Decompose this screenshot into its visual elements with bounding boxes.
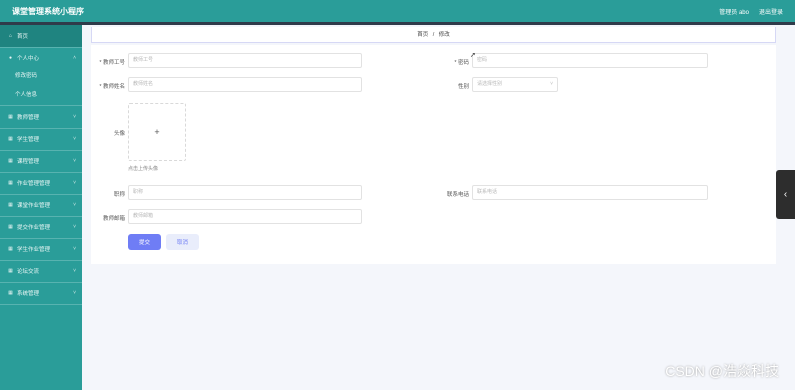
chevron-down-icon: ˅	[73, 224, 76, 230]
logout-link[interactable]: 退出登录	[759, 7, 783, 16]
sidebar-item-student[interactable]: ▦ 学生管理 ˅	[0, 128, 82, 150]
sidebar-subitem-profile[interactable]: 个人信息	[0, 86, 82, 102]
sidebar-item-course[interactable]: ▦ 课程管理 ˅	[0, 150, 82, 172]
sidebar-item-label: 教师管理	[17, 115, 40, 121]
job-title-label: 职称	[113, 192, 125, 198]
grid-icon: ▦	[8, 268, 13, 274]
chevron-down-icon: ˅	[73, 246, 76, 252]
sidebar-item-label: 学生管理	[17, 137, 40, 143]
sidebar-item-personal-center[interactable]: ● 个人中心 ˄	[0, 47, 82, 69]
teacher-name-field[interactable]: 教师姓名	[128, 77, 362, 92]
chevron-down-icon: ˅	[73, 268, 76, 274]
sidebar-item-label: 课堂作业管理	[17, 203, 51, 209]
app-title: 课堂管理系统小程序	[12, 7, 84, 16]
mouse-cursor-icon: ➚	[470, 52, 476, 59]
sidebar-item-homework-admin[interactable]: ▦ 作业管理管理 ˅	[0, 172, 82, 194]
teacher-name-label: * 教师姓名	[99, 84, 125, 90]
breadcrumb-separator: /	[432, 32, 435, 38]
sidebar-item-teacher[interactable]: ▦ 教师管理 ˅	[0, 106, 82, 128]
edit-form: * 教师工号 教师工号 * 密码 密码 * 教师姓名 教师姓名 性别 请选择性别…	[91, 45, 776, 264]
email-label: 教师邮箱	[102, 216, 125, 222]
sidebar-divider	[0, 304, 82, 305]
breadcrumb: 首页 / 修改	[91, 27, 776, 43]
watermark: CSDN @浩焱科技	[665, 363, 779, 379]
avatar-upload[interactable]: +	[128, 103, 186, 161]
sidebar-item-submit-homework[interactable]: ▦ 提交作业管理 ˅	[0, 216, 82, 238]
teacher-id-field[interactable]: 教师工号	[128, 53, 362, 68]
avatar-upload-tip: 点击上传头像	[128, 166, 159, 172]
job-title-field[interactable]: 职称	[128, 185, 362, 200]
user-icon: ●	[8, 55, 13, 61]
cancel-button[interactable]: 取消	[166, 234, 199, 250]
email-field[interactable]: 教师邮箱	[128, 209, 362, 224]
breadcrumb-home[interactable]: 首页	[417, 32, 428, 38]
grid-icon: ▦	[8, 290, 13, 296]
sidebar-item-class-homework[interactable]: ▦ 课堂作业管理 ˅	[0, 194, 82, 216]
sidebar-item-label: 提交作业管理	[17, 225, 51, 231]
sidebar-item-label: 课程管理	[17, 159, 40, 165]
grid-icon: ▦	[8, 136, 13, 142]
chevron-down-icon: ˅	[73, 180, 76, 186]
grid-icon: ▦	[8, 224, 13, 230]
breadcrumb-current: 修改	[438, 32, 450, 38]
sidebar-subitem-label: 修改密码	[15, 73, 38, 79]
grid-icon: ▦	[8, 202, 13, 208]
sidebar-item-label: 系统管理	[17, 291, 40, 297]
grid-icon: ▦	[8, 246, 13, 252]
admin-label: 管理员 abo	[719, 10, 749, 16]
sidebar-item-label: 学生作业管理	[17, 247, 51, 253]
sidebar-item-label: 论坛交流	[17, 269, 40, 275]
phone-field[interactable]: 联系电话	[472, 185, 708, 200]
grid-icon: ▦	[8, 114, 13, 120]
chevron-up-icon: ˄	[73, 55, 76, 61]
sidebar-subitem-change-password[interactable]: 修改密码	[0, 67, 82, 83]
gender-select-value: 请选择性别	[477, 81, 503, 87]
sidebar-item-home[interactable]: ⌂ 首页	[0, 25, 82, 47]
sidebar-subitem-label: 个人信息	[15, 92, 38, 98]
top-right-actions: 管理员 abo 退出登录	[719, 7, 783, 16]
home-icon: ⌂	[8, 33, 13, 39]
sidebar: ⌂ 首页 ● 个人中心 ˄ 修改密码 个人信息 ▦ 教师管理 ˅ ▦ 学生管理 …	[0, 25, 82, 390]
side-panel-toggle[interactable]: ‹	[776, 170, 795, 219]
chevron-down-icon: ˅	[550, 81, 553, 87]
chevron-down-icon: ˅	[73, 158, 76, 164]
main-content: 首页 / 修改 * 教师工号 教师工号 * 密码 密码 * 教师姓名 教师姓名 …	[82, 25, 795, 390]
sidebar-item-label: 个人中心	[17, 56, 40, 62]
grid-icon: ▦	[8, 180, 13, 186]
chevron-down-icon: ˅	[73, 114, 76, 120]
avatar-label: 头像	[113, 131, 125, 137]
sidebar-item-label: 作业管理管理	[17, 181, 51, 187]
plus-icon: +	[154, 127, 160, 137]
top-bar: 课堂管理系统小程序 管理员 abo 退出登录	[0, 0, 795, 22]
password-field[interactable]: 密码	[472, 53, 708, 68]
sidebar-item-forum[interactable]: ▦ 论坛交流 ˅	[0, 260, 82, 282]
sidebar-item-system[interactable]: ▦ 系统管理 ˅	[0, 282, 82, 304]
phone-label: 联系电话	[446, 192, 469, 198]
teacher-id-label: * 教师工号	[99, 60, 125, 66]
chevron-down-icon: ˅	[73, 136, 76, 142]
chevron-down-icon: ˅	[73, 290, 76, 296]
chevron-down-icon: ˅	[73, 202, 76, 208]
gender-label: 性别	[457, 84, 469, 90]
submit-button[interactable]: 提交	[128, 234, 161, 250]
sidebar-item-label: 首页	[17, 34, 29, 40]
chevron-left-icon: ‹	[783, 189, 788, 200]
sidebar-item-student-homework[interactable]: ▦ 学生作业管理 ˅	[0, 238, 82, 260]
gender-select[interactable]: 请选择性别 ˅	[472, 77, 558, 92]
password-label: * 密码	[454, 60, 469, 66]
grid-icon: ▦	[8, 158, 13, 164]
